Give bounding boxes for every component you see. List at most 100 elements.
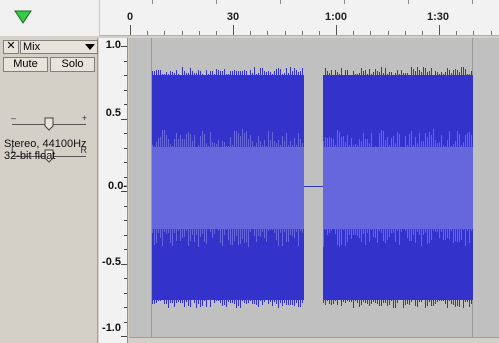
waveform-spike [192, 229, 193, 235]
waveform-spike [174, 229, 175, 233]
waveform-spike [331, 138, 332, 147]
waveform-spike [238, 300, 239, 306]
waveform-spike [170, 300, 171, 303]
waveform-spike [204, 300, 205, 301]
waveform-spike [351, 300, 352, 302]
waveform-spike [469, 229, 470, 243]
waveform-spike [387, 74, 388, 75]
audio-clip-1[interactable] [152, 75, 304, 300]
waveform-spike [337, 300, 338, 305]
audio-clip-2[interactable] [323, 75, 473, 300]
amplitude-tick [124, 177, 127, 178]
waveform-spike [218, 300, 219, 301]
waveform-spike [218, 229, 219, 231]
waveform-spike [343, 229, 344, 230]
waveform-spike [164, 74, 165, 75]
waveform-spike [256, 229, 257, 242]
waveform-spike [152, 229, 153, 233]
waveform-spike [427, 300, 428, 306]
waveform-spike [164, 300, 165, 304]
waveform-spike [413, 229, 414, 235]
ruler-tick [422, 31, 423, 35]
waveform-spike [154, 229, 155, 245]
waveform-spike [375, 69, 376, 75]
waveform-spike [162, 130, 163, 147]
waveform-spike [411, 131, 412, 147]
waveform-spike [198, 145, 199, 147]
waveform-spike [156, 70, 157, 75]
waveform-spike [264, 71, 265, 75]
waveform-spike [343, 300, 344, 302]
waveform-spike [329, 300, 330, 304]
waveform-spike [471, 229, 472, 231]
waveform-spike [389, 145, 390, 147]
waveform-spike [337, 229, 338, 245]
waveform-spike [186, 300, 187, 302]
waveform-spike [381, 130, 382, 147]
waveform-spike [260, 300, 261, 301]
waveform-spike [206, 229, 207, 244]
waveform-spike [186, 73, 187, 75]
waveform-spike [196, 300, 197, 308]
play-head-icon[interactable] [12, 8, 34, 26]
waveform-spike [170, 71, 171, 75]
waveform-spike [419, 70, 420, 75]
waveform-spike [471, 71, 472, 75]
waveform-spike [409, 134, 410, 147]
waveform-spike [170, 144, 171, 147]
waveform-spike [385, 68, 386, 75]
waveform-spike [369, 229, 370, 242]
waveform-spike [226, 300, 227, 307]
track-name-menu[interactable]: Mix [20, 40, 98, 54]
waveform-spike [288, 145, 289, 147]
ruler-tick [370, 31, 371, 35]
timeline-ruler[interactable]: 0 30 1:00 1:30 [0, 0, 499, 36]
waveform-spike [234, 300, 235, 304]
close-track-button[interactable]: ✕ [3, 40, 19, 54]
gain-slider[interactable]: – + [10, 114, 88, 134]
waveform-spike [425, 68, 426, 75]
waveform-spike [266, 146, 267, 147]
waveform-spike [461, 67, 462, 75]
amplitude-tick [124, 307, 127, 308]
mute-button[interactable]: Mute [3, 57, 48, 72]
ruler-tick [250, 31, 251, 35]
waveform-spike [208, 146, 209, 147]
waveform-spike [419, 133, 420, 147]
ruler-tick [353, 31, 354, 35]
waveform-spike [415, 229, 416, 243]
waveform-spike [457, 300, 458, 306]
waveform-spike [389, 72, 390, 75]
waveform-spike [401, 229, 402, 232]
waveform-spike [337, 130, 338, 147]
waveform-spike [176, 300, 177, 303]
waveform-spike [290, 141, 291, 147]
ruler-tick [473, 31, 474, 35]
waveform-spike [174, 300, 175, 307]
gain-slider-thumb-icon[interactable] [44, 117, 54, 131]
ruler-top-tick [216, 0, 217, 4]
waveform-spike [415, 300, 416, 306]
ruler-tick [456, 31, 457, 35]
waveform-spike [437, 300, 438, 302]
waveform-spike [236, 71, 237, 75]
ruler-tick [336, 25, 337, 35]
waveform-spike [214, 229, 215, 234]
waveform-spike [355, 144, 356, 147]
waveform-spike [363, 133, 364, 147]
waveform-spike [222, 141, 223, 147]
waveform-spike [393, 136, 394, 147]
waveform-spike [399, 229, 400, 245]
solo-button[interactable]: Solo [50, 57, 95, 72]
amplitude-ruler: 1.0 0.5 0.0- -0.5 -1.0 [99, 38, 128, 343]
waveform-spike [194, 300, 195, 303]
waveform-spike [178, 229, 179, 231]
waveform-spike [248, 229, 249, 247]
waveform-spike [288, 73, 289, 75]
waveform-spike [341, 68, 342, 75]
waveform-spike [252, 141, 253, 147]
waveform-spike [252, 73, 253, 75]
waveform-spike [240, 229, 241, 244]
waveform-spike [214, 300, 215, 303]
waveform-spike [242, 229, 243, 239]
